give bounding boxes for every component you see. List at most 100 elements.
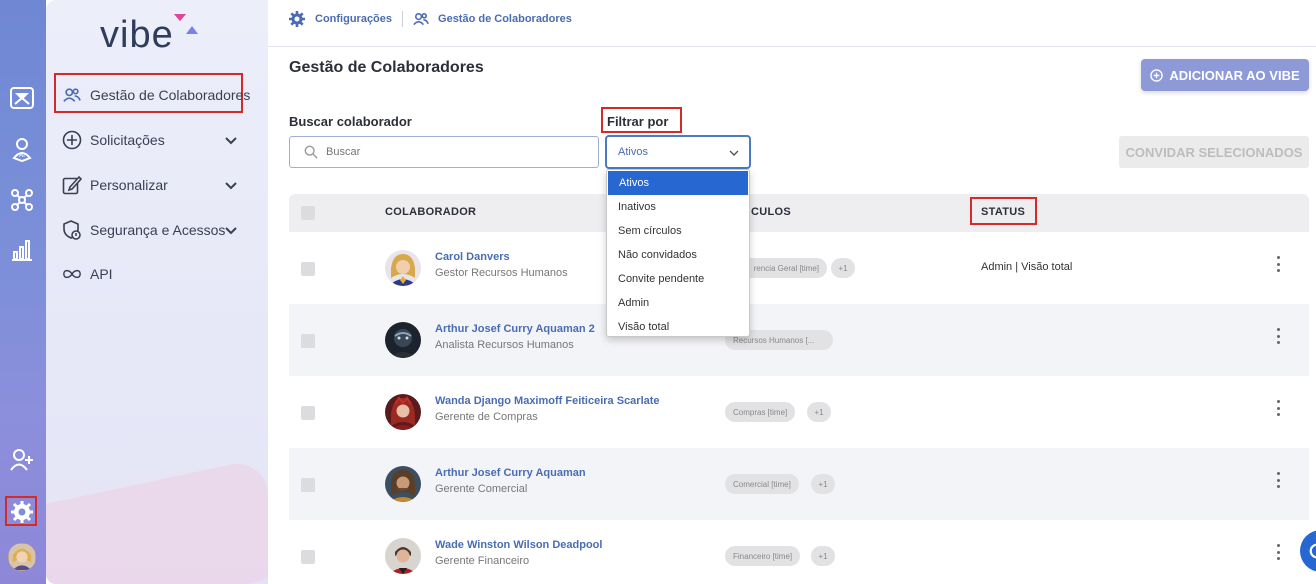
- invite-selected-button[interactable]: CONVIDAR SELECIONADOS: [1119, 136, 1309, 168]
- collaborator-name[interactable]: Carol Danvers: [435, 251, 510, 263]
- sidebar: vibe Gestão de Colaboradores Solicitaçõe…: [46, 0, 268, 584]
- users-icon: [62, 85, 82, 105]
- collaborator-role: Gerente Comercial: [435, 483, 528, 495]
- table-row[interactable]: Wanda Django Maximoff Feiticeira Scarlat…: [289, 376, 1309, 448]
- inbox-icon[interactable]: [8, 84, 36, 112]
- filter-option-sem-circulos[interactable]: Sem círculos: [607, 219, 749, 243]
- icon-rail: AI: [0, 0, 46, 584]
- more-options-icon[interactable]: [1277, 472, 1281, 488]
- collaborator-name[interactable]: Wanda Django Maximoff Feiticeira Scarlat…: [435, 395, 660, 407]
- chat-icon: [1309, 543, 1316, 559]
- table-row[interactable]: Arthur Josef Curry Aquaman 2 Analista Re…: [289, 304, 1309, 376]
- plus-circle-icon: [62, 130, 82, 150]
- shield-lock-icon: [62, 220, 82, 240]
- collaborator-role: Gestor Recursos Humanos: [435, 267, 568, 279]
- vibe-logo: vibe: [100, 14, 174, 56]
- avatar: [385, 466, 421, 502]
- column-header-circulos: CULOS: [751, 206, 791, 218]
- chevron-down-icon: [224, 178, 238, 192]
- breadcrumb-item[interactable]: Configurações: [315, 13, 392, 25]
- more-circles-chip[interactable]: +1: [811, 546, 835, 566]
- ai-person-icon[interactable]: AI: [8, 135, 36, 163]
- filter-dropdown-menu: Ativos Inativos Sem círculos Não convida…: [606, 169, 750, 337]
- more-circles-chip[interactable]: +1: [811, 474, 835, 494]
- filter-option-inativos[interactable]: Inativos: [607, 195, 749, 219]
- table-header: COLABORADOR CULOS STATUS: [289, 194, 1309, 232]
- search-input[interactable]: [326, 146, 576, 158]
- filter-select[interactable]: Ativos: [605, 135, 751, 169]
- more-options-icon[interactable]: [1277, 544, 1281, 560]
- circle-chip: Compras [time]: [725, 402, 796, 422]
- add-to-vibe-button[interactable]: ADICIONAR AO VIBE: [1141, 59, 1309, 91]
- filter-option-visao-total[interactable]: Visão total: [607, 315, 749, 339]
- sidebar-item-personalizar[interactable]: Personalizar: [46, 167, 268, 203]
- filter-option-ativos[interactable]: Ativos: [608, 171, 748, 195]
- circle-chip: Comercial [time]: [725, 474, 799, 494]
- page-title: Gestão de Colaboradores: [289, 59, 484, 76]
- sidebar-item-solicitacoes[interactable]: Solicitações: [46, 122, 268, 158]
- sidebar-item-api[interactable]: API: [46, 256, 268, 292]
- highlight-box: [601, 107, 682, 133]
- chevron-down-icon: [224, 223, 238, 237]
- users-icon: [413, 13, 429, 26]
- avatar: [385, 250, 421, 286]
- sidebar-item-seguranca-acessos[interactable]: Segurança e Acessos: [46, 212, 268, 248]
- row-checkbox[interactable]: [301, 262, 315, 276]
- filter-option-admin[interactable]: Admin: [607, 291, 749, 315]
- collaborators-table: COLABORADOR CULOS STATUS Carol Danvers G…: [289, 194, 1309, 584]
- avatar: [385, 322, 421, 358]
- table-row[interactable]: Carol Danvers Gestor Recursos Humanos re…: [289, 232, 1309, 304]
- more-circles-chip[interactable]: +1: [807, 402, 831, 422]
- collaborator-role: Gerente de Compras: [435, 411, 538, 423]
- collaborator-name[interactable]: Wade Winston Wilson Deadpool: [435, 539, 602, 551]
- sidebar-item-label: Segurança e Acessos: [90, 222, 226, 238]
- add-user-icon[interactable]: [8, 446, 36, 474]
- status-text: Admin | Visão total: [981, 261, 1073, 273]
- logo-mark-icon: [174, 14, 204, 38]
- plus-circle-icon: [1150, 68, 1164, 82]
- edit-icon: [62, 175, 82, 195]
- network-icon[interactable]: [8, 186, 36, 214]
- row-checkbox[interactable]: [301, 334, 315, 348]
- collaborator-role: Analista Recursos Humanos: [435, 339, 574, 351]
- search-icon: [304, 145, 318, 159]
- search-field[interactable]: [289, 136, 599, 168]
- breadcrumb-item[interactable]: Gestão de Colaboradores: [438, 13, 572, 25]
- chevron-down-icon: [224, 133, 238, 147]
- sidebar-item-label: Solicitações: [90, 132, 165, 148]
- table-row[interactable]: Arthur Josef Curry Aquaman Gerente Comer…: [289, 448, 1309, 520]
- filter-option-nao-convidados[interactable]: Não convidados: [607, 243, 749, 267]
- more-options-icon[interactable]: [1277, 256, 1281, 272]
- sidebar-item-label: Personalizar: [90, 177, 168, 193]
- more-options-icon[interactable]: [1277, 400, 1281, 416]
- row-checkbox[interactable]: [301, 406, 315, 420]
- infinity-icon: [62, 264, 82, 284]
- avatar: [385, 394, 421, 430]
- collaborator-name[interactable]: Arthur Josef Curry Aquaman 2: [435, 323, 595, 335]
- sidebar-item-gestao-colaboradores[interactable]: Gestão de Colaboradores: [46, 77, 268, 113]
- chart-icon[interactable]: [8, 236, 36, 264]
- user-avatar[interactable]: [8, 543, 36, 571]
- row-checkbox[interactable]: [301, 550, 315, 564]
- chevron-down-icon: [729, 148, 739, 161]
- highlight-box: [5, 496, 37, 526]
- more-options-icon[interactable]: [1277, 328, 1281, 344]
- circle-chip: Financeiro [time]: [725, 546, 801, 566]
- filter-option-convite-pendente[interactable]: Convite pendente: [607, 267, 749, 291]
- sidebar-item-label: Gestão de Colaboradores: [90, 87, 251, 103]
- avatar: [385, 538, 421, 574]
- highlight-box: [970, 197, 1037, 225]
- row-checkbox[interactable]: [301, 478, 315, 492]
- search-label: Buscar colaborador: [289, 114, 412, 129]
- column-header-colaborador: COLABORADOR: [385, 206, 477, 218]
- more-circles-chip[interactable]: +1: [831, 258, 855, 278]
- breadcrumb: Configurações Gestão de Colaboradores: [288, 10, 572, 28]
- collaborator-role: Gerente Financeiro: [435, 555, 530, 567]
- table-row[interactable]: Wade Winston Wilson Deadpool Gerente Fin…: [289, 520, 1309, 584]
- sidebar-item-label: API: [90, 266, 113, 282]
- settings-icon: [289, 11, 305, 27]
- filter-select-value: Ativos: [618, 146, 648, 158]
- collaborator-name[interactable]: Arthur Josef Curry Aquaman: [435, 467, 586, 479]
- main-content: Configurações Gestão de Colaboradores Ge…: [268, 0, 1316, 584]
- select-all-checkbox[interactable]: [301, 206, 315, 220]
